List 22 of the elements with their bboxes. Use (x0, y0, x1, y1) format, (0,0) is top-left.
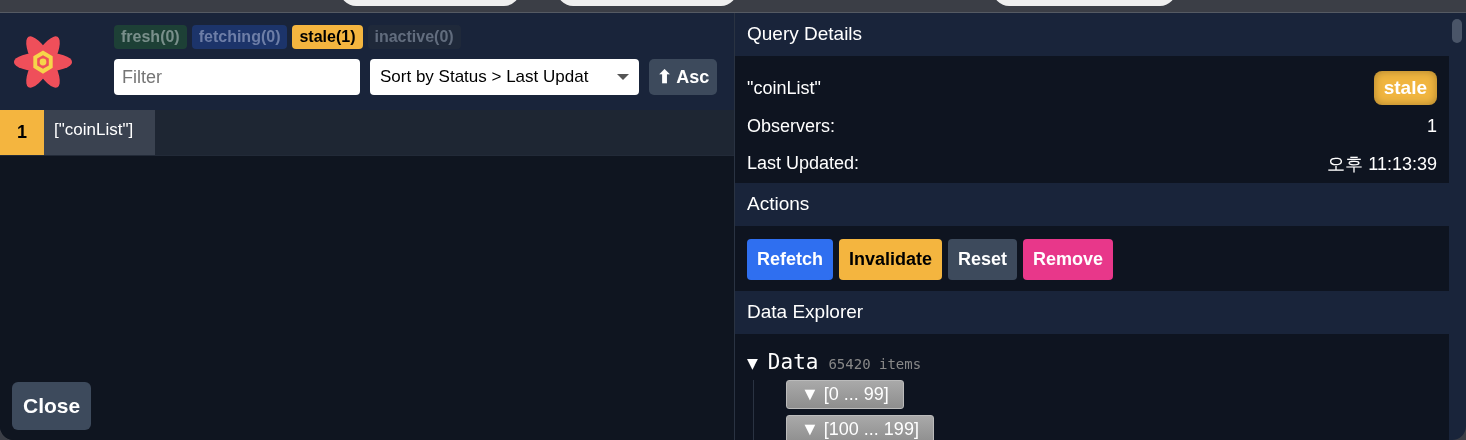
sort-dropdown[interactable]: Sort by Status > Last Updat (370, 59, 639, 95)
close-button[interactable]: Close (12, 382, 92, 430)
data-label: Data (767, 350, 819, 374)
query-key: "coinList" (747, 77, 821, 99)
query-key: ["coinList"] (44, 110, 155, 155)
action-button[interactable]: Reset (948, 239, 1018, 280)
last-updated-label: Last Updated: (747, 153, 860, 174)
scrollbar-thumb[interactable] (1452, 19, 1462, 43)
observers-value: 1 (1427, 116, 1437, 137)
status-filter-badge[interactable]: stale(1) (292, 25, 363, 49)
filter-field[interactable]: Filter (114, 59, 360, 95)
last-updated-value: 오후 11:13:39 (1327, 152, 1437, 176)
observer-count: 1 (0, 110, 44, 155)
expand-toggle[interactable]: ▼ (747, 352, 758, 373)
action-button[interactable]: Invalidate (839, 239, 943, 280)
sort-order-button[interactable]: ⬆ Asc (649, 59, 718, 95)
observers-label: Observers: (747, 116, 836, 137)
query-row[interactable]: 1 ["coinList"] (0, 110, 734, 156)
action-button[interactable]: Remove (1023, 239, 1114, 280)
action-button[interactable]: Refetch (747, 239, 833, 280)
item-count: 65420 items (828, 356, 922, 372)
status-badge: stale (1373, 71, 1437, 105)
